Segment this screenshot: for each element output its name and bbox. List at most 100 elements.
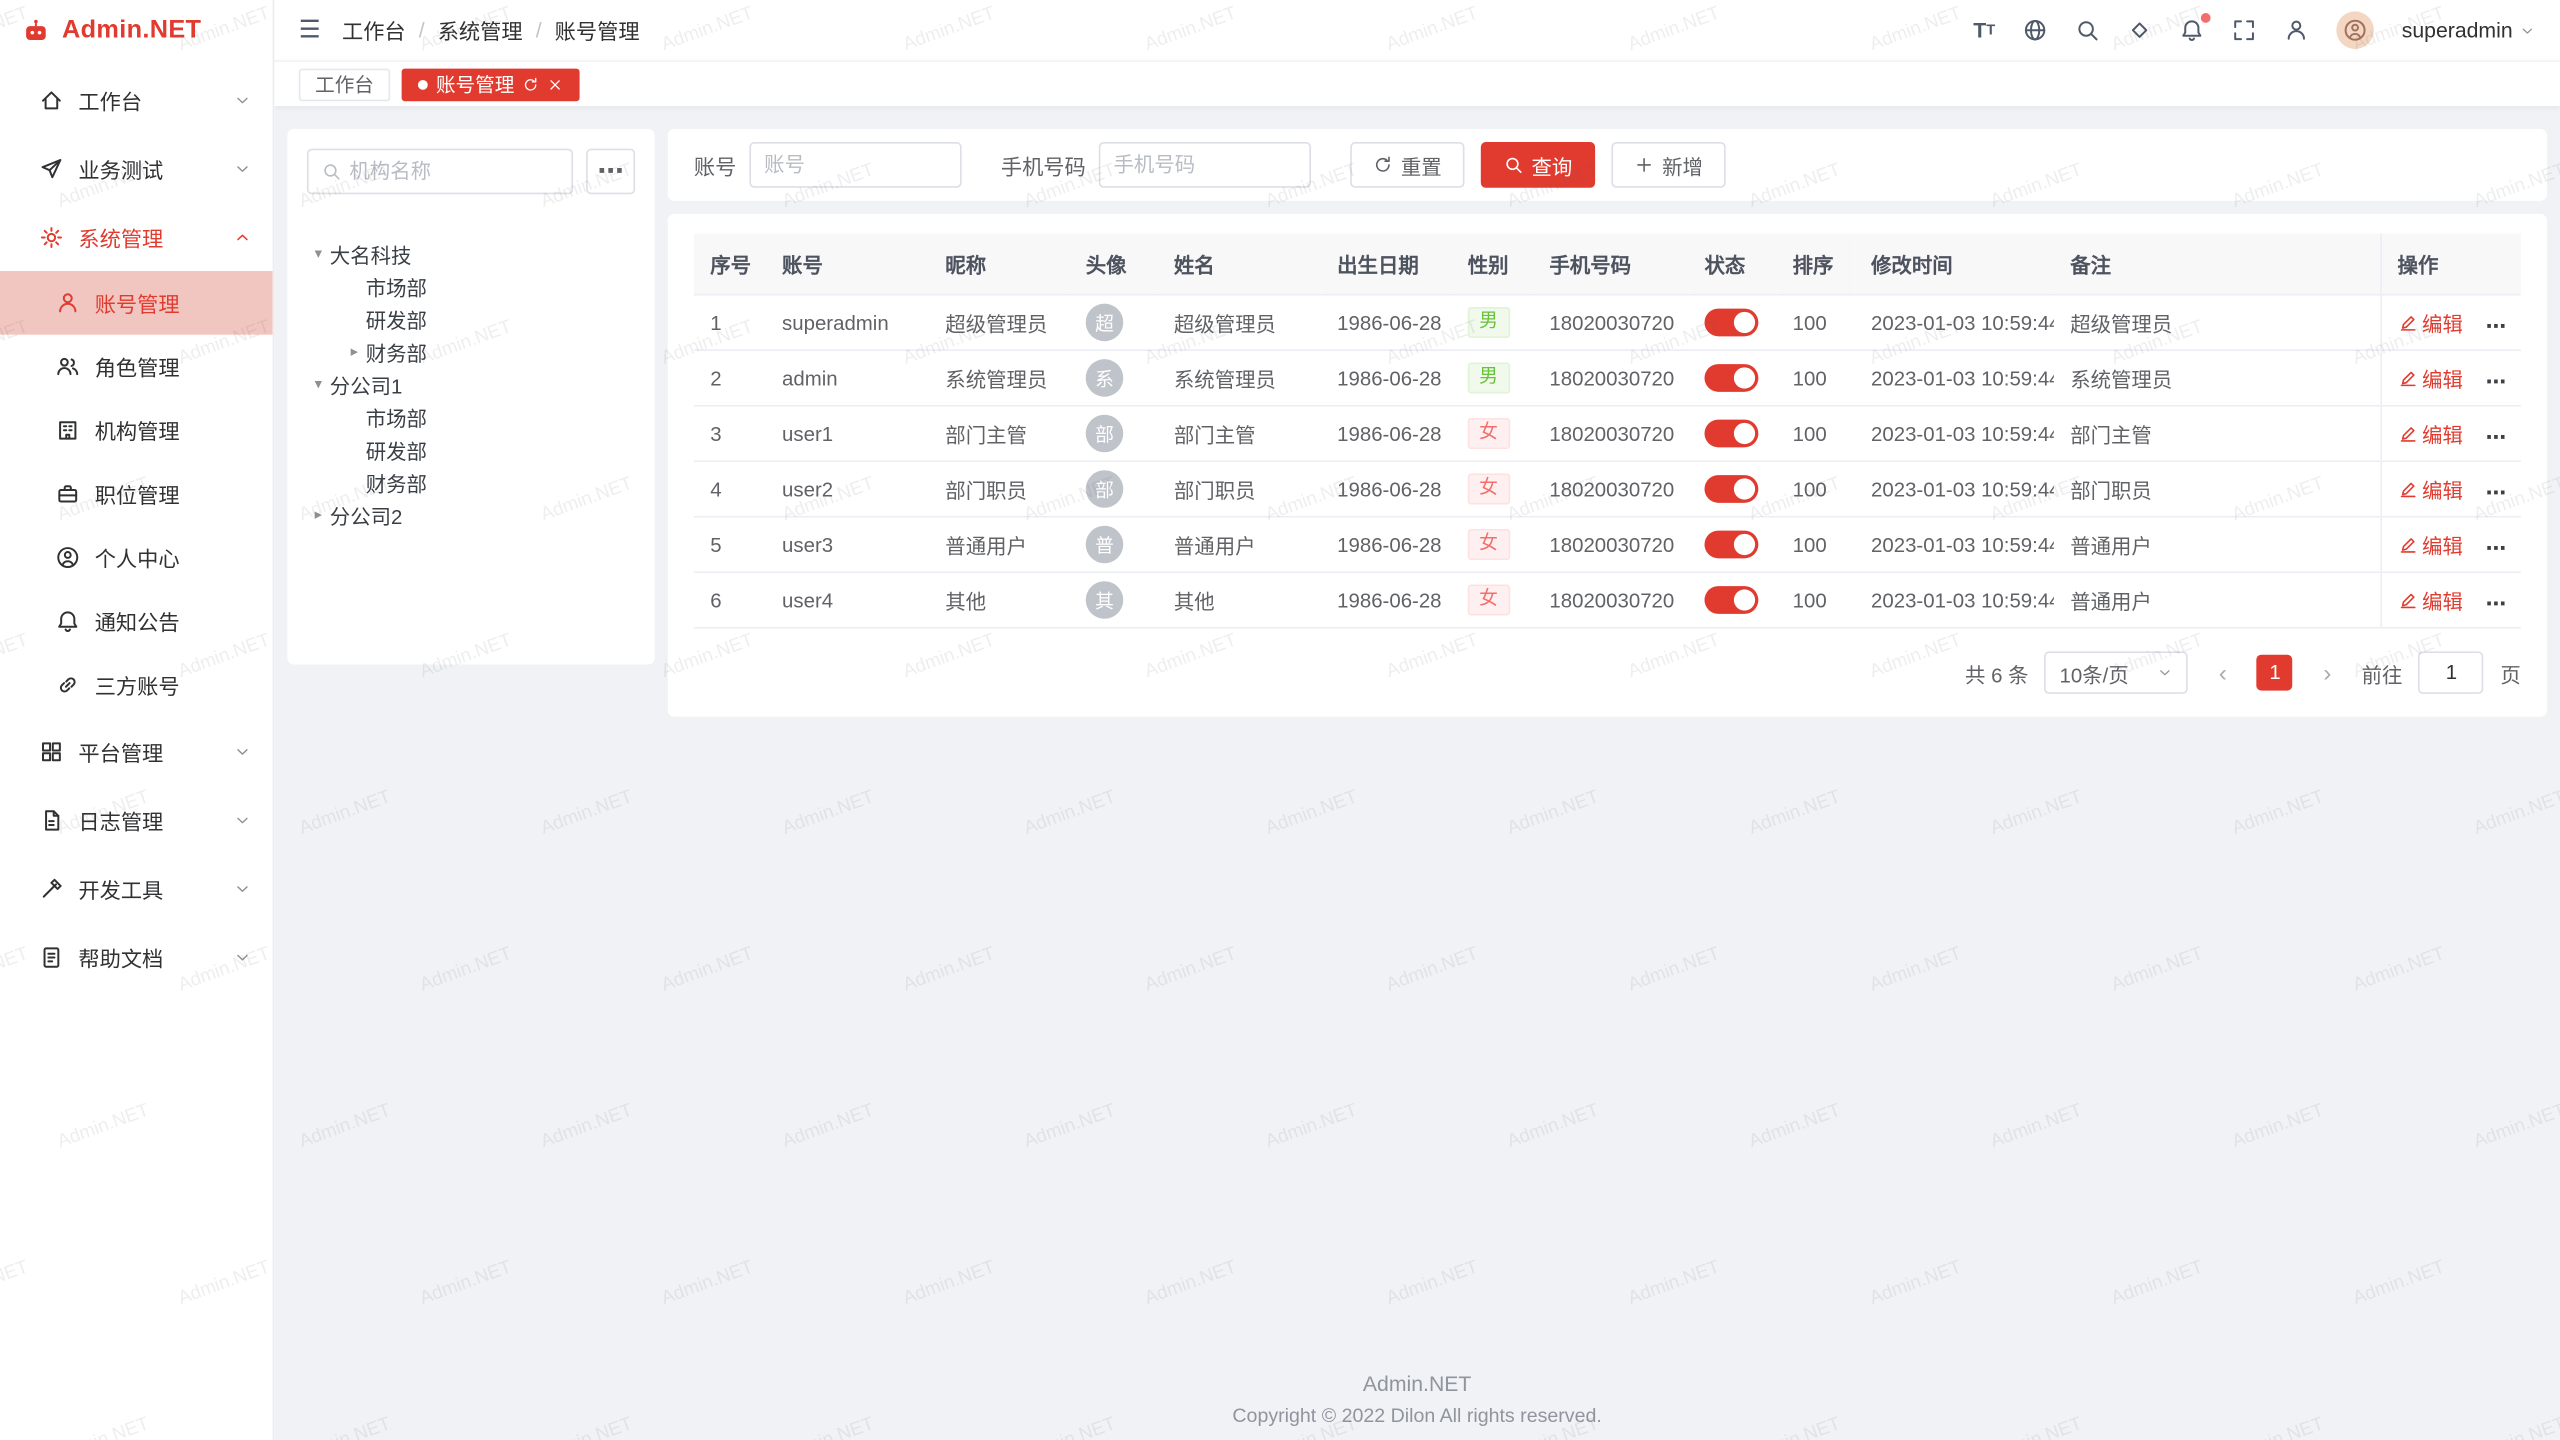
cell-phone: 18020030720 bbox=[1533, 572, 1688, 628]
sidebar-item-system-mgmt[interactable]: 系统管理 bbox=[0, 202, 273, 271]
phone-filter-box bbox=[1099, 142, 1311, 188]
tree-node-label: 财务部 bbox=[366, 466, 427, 497]
sidebar-item-workbench[interactable]: 工作台 bbox=[0, 65, 273, 134]
edit-button[interactable]: 编辑 bbox=[2398, 307, 2463, 338]
sidebar-item-personal-center[interactable]: 个人中心 bbox=[0, 526, 273, 590]
breadcrumb-item[interactable]: 系统管理 bbox=[438, 15, 523, 46]
more-actions-button[interactable]: ⋯ bbox=[2486, 481, 2508, 504]
more-actions-button[interactable]: ⋯ bbox=[2486, 314, 2508, 337]
sidebar-item-third-party-account[interactable]: 三方账号 bbox=[0, 653, 273, 717]
tree-node[interactable]: ▾ 大名科技 bbox=[307, 237, 635, 270]
more-actions-button[interactable]: ⋯ bbox=[2486, 425, 2508, 448]
tree-node[interactable]: ▸ 财务部 bbox=[307, 335, 635, 368]
tree-node[interactable]: 市场部 bbox=[307, 269, 635, 302]
more-actions-button[interactable]: ⋯ bbox=[2486, 592, 2508, 615]
cell-index: 2 bbox=[694, 350, 766, 406]
theme-icon[interactable] bbox=[2127, 18, 2151, 42]
tree-node[interactable]: ▸ 分公司2 bbox=[307, 498, 635, 531]
prev-page-button[interactable]: ‹ bbox=[2205, 655, 2241, 691]
caret-down-icon[interactable]: ▾ bbox=[307, 246, 330, 261]
tree-node[interactable]: 市场部 bbox=[307, 400, 635, 433]
add-button[interactable]: 新增 bbox=[1612, 142, 1726, 188]
edit-button[interactable]: 编辑 bbox=[2398, 473, 2463, 504]
cell-name: 系统管理员 bbox=[1158, 350, 1321, 406]
status-toggle[interactable] bbox=[1704, 531, 1758, 559]
breadcrumb-item[interactable]: 工作台 bbox=[342, 15, 406, 46]
page-size-select[interactable]: 10条/页 bbox=[2045, 651, 2189, 693]
sidebar-item-dev-tools[interactable]: 开发工具 bbox=[0, 854, 273, 923]
tree-node[interactable]: 财务部 bbox=[307, 465, 635, 498]
sidebar-item-notice[interactable]: 通知公告 bbox=[0, 589, 273, 653]
status-toggle[interactable] bbox=[1704, 475, 1758, 503]
phone-filter-input[interactable] bbox=[1114, 153, 1297, 176]
search-icon[interactable] bbox=[2075, 18, 2099, 42]
menu-label: 三方账号 bbox=[95, 669, 180, 700]
cell-gender: 男 bbox=[1451, 295, 1533, 351]
caret-right-icon[interactable]: ▸ bbox=[307, 507, 330, 522]
column-header: 状态 bbox=[1688, 233, 1776, 294]
org-name-input[interactable] bbox=[349, 160, 558, 183]
tree-node[interactable]: 研发部 bbox=[307, 433, 635, 466]
sidebar-item-log-mgmt[interactable]: 日志管理 bbox=[0, 785, 273, 854]
sidebar-item-business-test[interactable]: 业务测试 bbox=[0, 134, 273, 203]
caret-down-icon[interactable]: ▾ bbox=[307, 376, 330, 391]
reset-button[interactable]: 重置 bbox=[1350, 142, 1464, 188]
next-page-button[interactable]: › bbox=[2309, 655, 2345, 691]
profile-icon[interactable] bbox=[2284, 18, 2308, 42]
sidebar-item-platform-mgmt[interactable]: 平台管理 bbox=[0, 717, 273, 786]
org-tree: ▾ 大名科技 市场部 研发部 ▸ 财务部 bbox=[307, 237, 635, 531]
cell-account: user2 bbox=[766, 461, 929, 517]
edit-button[interactable]: 编辑 bbox=[2398, 362, 2463, 393]
refresh-tab-icon[interactable] bbox=[523, 76, 539, 92]
status-toggle[interactable] bbox=[1704, 364, 1758, 392]
more-actions-button[interactable]: ⋯ bbox=[2486, 370, 2508, 393]
query-form: 账号 手机号码 重置 bbox=[668, 129, 2547, 201]
query-button[interactable]: 查询 bbox=[1481, 142, 1595, 188]
sidebar-item-help-docs[interactable]: 帮助文档 bbox=[0, 922, 273, 991]
tab-label: 工作台 bbox=[315, 70, 374, 98]
app-window: Admin.NET 工作台 业务测试 系统管理 账号管理 bbox=[0, 0, 2560, 1440]
menu-collapse-icon[interactable]: ☰ bbox=[299, 18, 321, 42]
tree-node[interactable]: 研发部 bbox=[307, 302, 635, 335]
sidebar-item-position-mgmt[interactable]: 职位管理 bbox=[0, 462, 273, 526]
edit-button[interactable]: 编辑 bbox=[2398, 584, 2463, 615]
notification-icon[interactable] bbox=[2180, 18, 2204, 42]
chevron-down-icon bbox=[233, 879, 251, 897]
add-button-label: 新增 bbox=[1662, 149, 1703, 180]
goto-page-input[interactable] bbox=[2419, 651, 2484, 693]
status-toggle[interactable] bbox=[1704, 309, 1758, 337]
edit-button[interactable]: 编辑 bbox=[2398, 418, 2463, 449]
account-filter-input[interactable] bbox=[764, 153, 947, 176]
cell-avatar: 部 bbox=[1069, 461, 1157, 517]
fullscreen-icon[interactable] bbox=[2232, 18, 2256, 42]
close-tab-icon[interactable] bbox=[547, 76, 563, 92]
status-toggle[interactable] bbox=[1704, 420, 1758, 448]
edit-button[interactable]: 编辑 bbox=[2398, 529, 2463, 560]
tab-workbench[interactable]: 工作台 bbox=[299, 68, 390, 101]
cell-actions: 编辑 ⋯ bbox=[2380, 295, 2520, 351]
accounts-table: 序号 账号 昵称 头像 姓名 出生日期 性别 手机号码 状态 排序 修改时间 bbox=[694, 233, 2521, 628]
goto-label: 前往 bbox=[2362, 657, 2403, 688]
more-actions-button[interactable]: ⋯ bbox=[2486, 536, 2508, 559]
org-more-button[interactable]: ⋯ bbox=[586, 149, 635, 195]
font-size-icon[interactable]: TT bbox=[1973, 20, 1995, 41]
language-icon[interactable] bbox=[2023, 18, 2047, 42]
user-menu[interactable]: superadmin bbox=[2402, 18, 2536, 42]
sidebar-item-account-mgmt[interactable]: 账号管理 bbox=[0, 271, 273, 335]
sidebar-menu: 工作台 业务测试 系统管理 账号管理 角色管理 bbox=[0, 60, 273, 1440]
tree-node[interactable]: ▾ 分公司1 bbox=[307, 367, 635, 400]
sidebar-item-role-mgmt[interactable]: 角色管理 bbox=[0, 335, 273, 399]
tab-account-mgmt[interactable]: 账号管理 bbox=[402, 68, 580, 101]
edit-icon bbox=[2398, 590, 2418, 610]
caret-right-icon[interactable]: ▸ bbox=[343, 344, 366, 359]
sidebar-item-org-mgmt[interactable]: 机构管理 bbox=[0, 398, 273, 462]
status-toggle[interactable] bbox=[1704, 586, 1758, 614]
menu-label: 职位管理 bbox=[95, 478, 180, 509]
menu-label: 工作台 bbox=[78, 84, 142, 115]
bell-icon bbox=[56, 609, 80, 633]
user-avatar[interactable] bbox=[2336, 11, 2374, 49]
cell-phone: 18020030720 bbox=[1533, 350, 1688, 406]
cell-index: 3 bbox=[694, 406, 766, 462]
current-page-button[interactable]: 1 bbox=[2257, 655, 2293, 691]
cell-index: 6 bbox=[694, 572, 766, 628]
